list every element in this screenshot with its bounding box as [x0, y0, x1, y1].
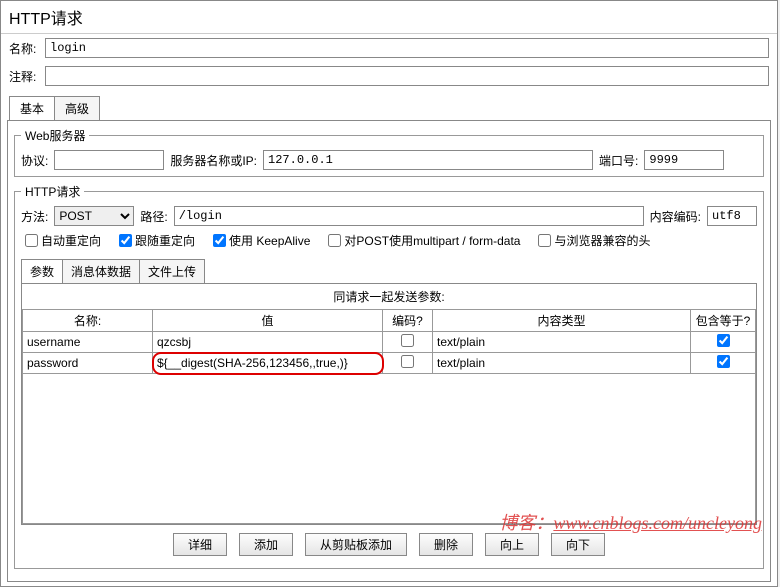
httpreq-legend: HTTP请求 [21, 183, 84, 200]
cell-encode[interactable] [383, 353, 433, 374]
name-input[interactable] [45, 38, 769, 58]
watermark-link[interactable]: www.cnblogs.com/uncleyong [553, 513, 762, 533]
col-value: 值 [153, 310, 383, 332]
cell-ctype[interactable]: text/plain [433, 332, 691, 353]
watermark: 博客：www.cnblogs.com/uncleyong [499, 509, 762, 535]
comment-input[interactable] [45, 66, 769, 86]
tab-body[interactable]: 消息体数据 [62, 259, 140, 283]
window-title: HTTP请求 [1, 1, 777, 34]
browser-headers-checkbox[interactable]: 与浏览器兼容的头 [538, 232, 650, 249]
col-name: 名称: [23, 310, 153, 332]
encoding-input[interactable] [707, 206, 757, 226]
multipart-checkbox[interactable]: 对POST使用multipart / form-data [328, 232, 520, 249]
follow-checkbox[interactable]: 跟随重定向 [119, 232, 195, 249]
table-row[interactable]: usernameqzcsbj text/plain [23, 332, 756, 353]
cell-encode[interactable] [383, 332, 433, 353]
tab-basic[interactable]: 基本 [9, 96, 55, 120]
tab-params[interactable]: 参数 [21, 259, 63, 283]
webserver-legend: Web服务器 [21, 127, 89, 144]
protocol-label: 协议: [21, 152, 48, 169]
cell-value[interactable]: qzcsbj [153, 332, 383, 353]
cell-name[interactable]: username [23, 332, 153, 353]
auto-redirect-checkbox[interactable]: 自动重定向 [25, 232, 101, 249]
path-label: 路径: [140, 208, 167, 225]
cell-include-eq[interactable] [691, 332, 756, 353]
col-ctype: 内容类型 [433, 310, 691, 332]
params-title: 同请求一起发送参数: [22, 284, 756, 309]
params-table: 名称: 值 编码? 内容类型 包含等于? usernameqzcsbj text/… [22, 309, 756, 374]
cell-include-eq[interactable] [691, 353, 756, 374]
keepalive-checkbox[interactable]: 使用 KeepAlive [213, 232, 310, 249]
cell-name[interactable]: password [23, 353, 153, 374]
webserver-fieldset: Web服务器 协议: 服务器名称或IP: 端口号: [14, 127, 764, 177]
comment-label: 注释: [9, 68, 39, 85]
tab-upload[interactable]: 文件上传 [139, 259, 205, 283]
params-empty-area[interactable] [22, 374, 756, 524]
method-select[interactable]: POST [54, 206, 134, 226]
port-input[interactable] [644, 150, 724, 170]
encoding-label: 内容编码: [650, 208, 701, 225]
server-label: 服务器名称或IP: [170, 152, 257, 169]
name-label: 名称: [9, 40, 39, 57]
server-input[interactable] [263, 150, 593, 170]
port-label: 端口号: [599, 152, 638, 169]
tab-advanced[interactable]: 高级 [54, 96, 100, 120]
cell-ctype[interactable]: text/plain [433, 353, 691, 374]
protocol-input[interactable] [54, 150, 164, 170]
col-include-eq: 包含等于? [691, 310, 756, 332]
method-label: 方法: [21, 208, 48, 225]
cell-value[interactable]: ${__digest(SHA-256,123456,,true,)} [153, 353, 383, 374]
col-encode: 编码? [383, 310, 433, 332]
table-row[interactable]: password${__digest(SHA-256,123456,,true,… [23, 353, 756, 374]
path-input[interactable] [174, 206, 644, 226]
